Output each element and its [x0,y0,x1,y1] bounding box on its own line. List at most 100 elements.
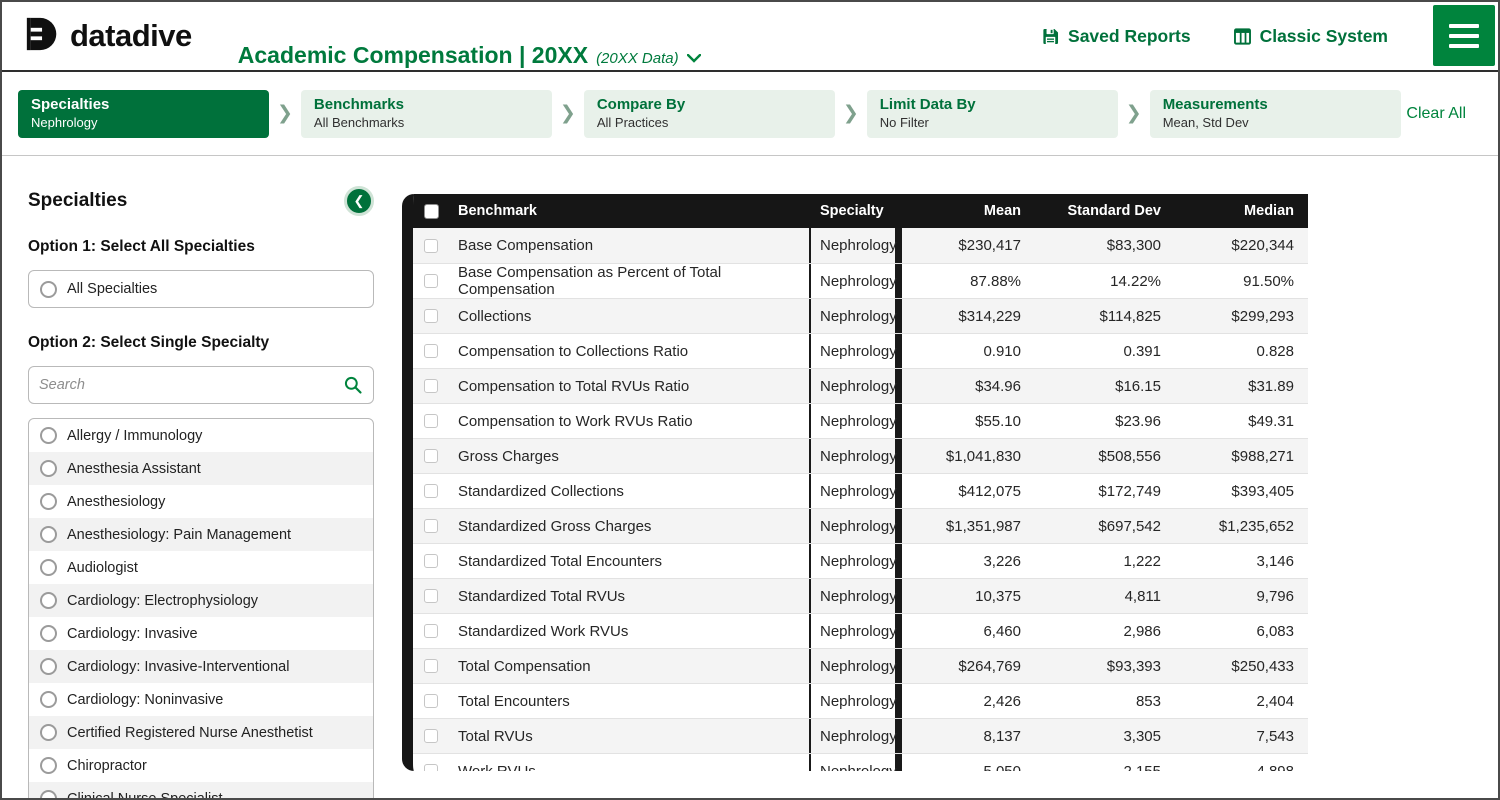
row-checkbox[interactable] [424,589,438,603]
step-measurements[interactable]: Measurements Mean, Std Dev [1150,90,1401,138]
specialty-label: Cardiology: Noninvasive [67,692,223,708]
row-checkbox[interactable] [424,729,438,743]
radio-icon[interactable] [40,559,57,576]
step-chevron-icon: ❯ [835,102,867,125]
radio-icon[interactable] [40,757,57,774]
cell-mean: $314,229 [902,299,1035,333]
row-checkbox[interactable] [424,484,438,498]
specialty-label: Allergy / Immunology [67,428,202,444]
specialty-label: Chiropractor [67,758,147,774]
cell-median: $250,433 [1175,649,1308,683]
step-title: Measurements [1163,96,1388,115]
option2-label: Option 2: Select Single Specialty [28,334,374,352]
list-item-specialty[interactable]: Chiropractor [29,749,373,782]
list-item-specialty[interactable]: Clinical Nurse Specialist [29,782,373,798]
specialty-label: Anesthesiology: Pain Management [67,527,291,543]
row-checkbox[interactable] [424,379,438,393]
search-icon[interactable] [343,375,363,395]
col-header-median[interactable]: Median [1175,194,1308,228]
cell-benchmark: Total Compensation [449,649,809,683]
sidebar-collapse-button[interactable]: ❮ [344,186,374,216]
cell-median: 4,898 [1175,754,1308,771]
list-item-specialty[interactable]: Anesthesiology [29,485,373,518]
step-compare-by[interactable]: Compare By All Practices [584,90,835,138]
list-item-specialty[interactable]: Cardiology: Electrophysiology [29,584,373,617]
list-item-specialty[interactable]: Anesthesia Assistant [29,452,373,485]
select-all-checkbox[interactable] [424,204,439,219]
list-item-specialty[interactable]: Audiologist [29,551,373,584]
radio-icon[interactable] [40,724,57,741]
radio-icon[interactable] [40,625,57,642]
radio-icon[interactable] [40,691,57,708]
specialties-sidebar: Specialties ❮ Option 1: Select All Speci… [2,156,390,798]
list-item-specialty[interactable]: Cardiology: Invasive [29,617,373,650]
search-input[interactable] [39,377,343,393]
radio-icon[interactable] [40,281,57,298]
cell-mean: $1,351,987 [902,509,1035,543]
list-item-specialty[interactable]: Cardiology: Invasive-Interventional [29,650,373,683]
cell-specialty: Nephrology [809,544,902,578]
step-chevron-icon: ❯ [269,102,301,125]
cell-median: 9,796 [1175,579,1308,613]
row-checkbox[interactable] [424,274,438,288]
radio-icon[interactable] [40,790,57,798]
specialty-label: Cardiology: Invasive [67,626,198,642]
list-item-specialty[interactable]: Allergy / Immunology [29,419,373,452]
saved-reports-button[interactable]: Saved Reports [1041,26,1191,47]
table-row: Standardized Total RVUs Nephrology 10,37… [413,578,1308,613]
cell-std: 4,811 [1035,579,1175,613]
cell-specialty: Nephrology [809,404,902,438]
table-row: Work RVUs Nephrology 5,050 2,155 4,898 [413,753,1308,771]
table-row: Standardized Total Encounters Nephrology… [413,543,1308,578]
row-checkbox[interactable] [424,309,438,323]
all-specialties-option[interactable]: All Specialties [28,270,374,308]
row-checkbox[interactable] [424,764,438,771]
row-checkbox[interactable] [424,624,438,638]
step-limit-data-by[interactable]: Limit Data By No Filter [867,90,1118,138]
classic-system-button[interactable]: Classic System [1233,26,1388,47]
row-checkbox[interactable] [424,694,438,708]
radio-icon[interactable] [40,658,57,675]
table-row: Standardized Gross Charges Nephrology $1… [413,508,1308,543]
step-subtitle: Nephrology [31,115,256,131]
list-item-specialty[interactable]: Anesthesiology: Pain Management [29,518,373,551]
row-checkbox[interactable] [424,554,438,568]
cell-mean: $230,417 [902,228,1035,263]
row-checkbox[interactable] [424,239,438,253]
cell-mean: $34.96 [902,369,1035,403]
table-row: Total Encounters Nephrology 2,426 853 2,… [413,683,1308,718]
row-checkbox[interactable] [424,414,438,428]
row-checkbox[interactable] [424,659,438,673]
specialty-label: Anesthesia Assistant [67,461,201,477]
radio-icon[interactable] [40,493,57,510]
step-subtitle: Mean, Std Dev [1163,115,1388,131]
row-checkbox[interactable] [424,449,438,463]
radio-icon[interactable] [40,460,57,477]
cell-benchmark: Compensation to Work RVUs Ratio [449,404,809,438]
col-header-benchmark[interactable]: Benchmark [449,194,809,228]
cell-specialty: Nephrology [809,299,902,333]
step-specialties[interactable]: Specialties Nephrology [18,90,269,138]
step-benchmarks[interactable]: Benchmarks All Benchmarks [301,90,552,138]
hamburger-menu-button[interactable] [1433,5,1495,66]
brand-logo[interactable]: datadive [24,15,192,58]
saved-reports-label: Saved Reports [1068,26,1191,47]
app-window: datadive Academic Compensation | 20XX (2… [0,0,1500,800]
col-header-standard-dev[interactable]: Standard Dev [1035,194,1175,228]
row-checkbox[interactable] [424,344,438,358]
radio-icon[interactable] [40,526,57,543]
radio-icon[interactable] [40,592,57,609]
cell-std: 1,222 [1035,544,1175,578]
col-header-mean[interactable]: Mean [902,194,1035,228]
list-item-specialty[interactable]: Cardiology: Noninvasive [29,683,373,716]
step-subtitle: No Filter [880,115,1105,131]
cell-std: $697,542 [1035,509,1175,543]
row-checkbox[interactable] [424,519,438,533]
clear-all-button[interactable]: Clear All [1406,105,1480,123]
list-item-specialty[interactable]: Certified Registered Nurse Anesthetist [29,716,373,749]
report-title-dropdown[interactable]: Academic Compensation | 20XX (20XX Data) [226,4,701,69]
col-header-specialty[interactable]: Specialty [809,194,902,228]
table-row: Base Compensation as Percent of Total Co… [413,263,1308,298]
option1-label: Option 1: Select All Specialties [28,238,374,256]
radio-icon[interactable] [40,427,57,444]
